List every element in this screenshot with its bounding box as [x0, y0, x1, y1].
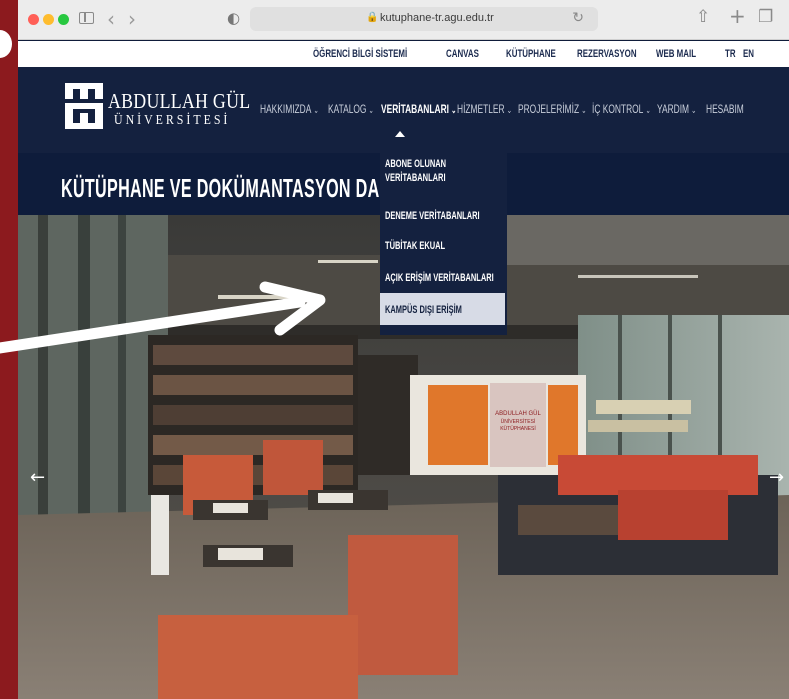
chevron-left-icon[interactable]: ‹ — [107, 7, 115, 31]
menu-item-trial-databases[interactable]: DENEME VERİTABANLARI — [385, 209, 480, 223]
browser-window: ‹ › ◐ 🔒 kutuphane-tr.agu.edu.tr ↻ ⇧ + ❐ … — [18, 0, 789, 699]
menu-item-label-line1: ABONE OLUNAN — [385, 158, 447, 170]
nav-item-catalog[interactable]: KATALOG ⌄ — [328, 102, 374, 116]
frame-decoration — [0, 30, 12, 58]
desk-sign-line3: KÜTÜPHANESİ — [500, 425, 536, 432]
databases-dropdown-menu: ABONE OLUNAN VERİTABANLARI DENEME VERİTA… — [380, 153, 507, 335]
nav-label: HİZMETLER — [457, 102, 505, 116]
dropdown-caret-icon — [395, 131, 405, 137]
nav-label: HESABIM — [706, 102, 744, 116]
nav-label: VERİTABANLARI — [381, 102, 449, 116]
chevron-down-icon: ⌄ — [645, 105, 651, 115]
logo-subtitle[interactable]: ÜNİVERSİTESİ — [114, 113, 230, 129]
util-link-webmail[interactable]: WEB MAIL — [656, 48, 696, 60]
url-text: kutuphane-tr.agu.edu.tr — [380, 12, 494, 24]
chevron-right-icon[interactable]: › — [128, 7, 136, 31]
util-link-library[interactable]: KÜTÜPHANE — [506, 48, 556, 60]
address-bar[interactable]: 🔒 kutuphane-tr.agu.edu.tr ↻ — [250, 7, 598, 31]
chevron-down-icon: ⌄ — [451, 105, 457, 115]
chevron-down-icon: ⌄ — [368, 105, 374, 115]
nav-item-services[interactable]: HİZMETLER ⌄ — [457, 102, 512, 116]
nav-item-account[interactable]: HESABIM — [706, 102, 744, 116]
menu-item-label-line2: VERİTABANLARI — [385, 172, 446, 184]
arrow-left-icon[interactable]: ← — [30, 467, 45, 488]
util-link-canvas[interactable]: CANVAS — [446, 48, 479, 60]
lang-en-link[interactable]: EN — [743, 48, 754, 60]
chevron-down-icon: ⌄ — [506, 105, 512, 115]
logo-title[interactable]: ABDULLAH GÜL — [108, 89, 250, 114]
plus-icon[interactable]: + — [729, 4, 746, 28]
menu-item-off-campus-access[interactable]: KAMPÜS DIŞI ERİŞİM — [385, 303, 462, 317]
close-window-button[interactable] — [28, 14, 39, 25]
lock-icon: 🔒 — [366, 12, 379, 23]
utility-bar: ÖĞRENCİ BİLGİ SİSTEMİ CANVAS KÜTÜPHANE R… — [18, 41, 789, 67]
desk-sign-line1: ABDULLAH GÜL — [495, 410, 541, 417]
nav-item-internal-control[interactable]: İÇ KONTROL ⌄ — [592, 102, 651, 116]
shield-icon[interactable]: ◐ — [227, 9, 240, 27]
reload-icon[interactable]: ↻ — [572, 10, 584, 26]
main-header: ABDULLAH GÜL ÜNİVERSİTESİ HAKKIMIZDA ⌄ KA… — [18, 67, 789, 153]
nav-label: YARDIM — [657, 102, 690, 116]
util-link-reservation[interactable]: REZERVASYON — [577, 48, 637, 60]
zoom-window-button[interactable] — [58, 14, 69, 25]
nav-label: KATALOG — [328, 102, 367, 116]
nav-label: HAKKIMIZDA — [260, 102, 312, 116]
menu-item-label: TÜBİTAK EKUAL — [385, 240, 446, 252]
menu-item-tubitak-ekual[interactable]: TÜBİTAK EKUAL — [385, 239, 445, 253]
nav-item-databases[interactable]: VERİTABANLARI ⌄ — [381, 102, 456, 116]
nav-label: PROJELERİMİZ — [518, 102, 580, 116]
util-link-student-system[interactable]: ÖĞRENCİ BİLGİ SİSTEMİ — [313, 48, 407, 60]
chevron-down-icon: ⌄ — [691, 105, 697, 115]
menu-item-open-access-databases[interactable]: AÇIK ERİŞİM VERİTABANLARI — [385, 271, 494, 285]
sidebar-icon[interactable] — [79, 12, 94, 24]
nav-item-help[interactable]: YARDIM ⌄ — [657, 102, 696, 116]
desk-sign-line2: ÜNİVERSİTESİ — [501, 418, 536, 425]
chevron-down-icon: ⌄ — [581, 105, 587, 115]
nav-label: İÇ KONTROL — [592, 102, 644, 116]
tabs-icon[interactable]: ❐ — [758, 7, 773, 27]
nav-item-projects[interactable]: PROJELERİMİZ ⌄ — [518, 102, 587, 116]
nav-item-about[interactable]: HAKKIMIZDA ⌄ — [260, 102, 319, 116]
browser-toolbar: ‹ › ◐ 🔒 kutuphane-tr.agu.edu.tr ↻ ⇧ + ❐ — [18, 0, 789, 40]
arrow-right-icon[interactable]: → — [769, 467, 784, 488]
share-icon[interactable]: ⇧ — [696, 7, 710, 27]
chevron-down-icon: ⌄ — [313, 105, 319, 115]
minimize-window-button[interactable] — [43, 14, 54, 25]
menu-item-subscribed-databases[interactable]: ABONE OLUNAN VERİTABANLARI — [385, 157, 446, 185]
menu-item-label: AÇIK ERİŞİM VERİTABANLARI — [385, 272, 494, 284]
menu-item-label: KAMPÜS DIŞI ERİŞİM — [385, 304, 462, 316]
university-logo-icon[interactable] — [65, 83, 103, 129]
menu-item-label: DENEME VERİTABANLARI — [385, 210, 480, 222]
lang-tr-link[interactable]: TR — [725, 48, 736, 60]
